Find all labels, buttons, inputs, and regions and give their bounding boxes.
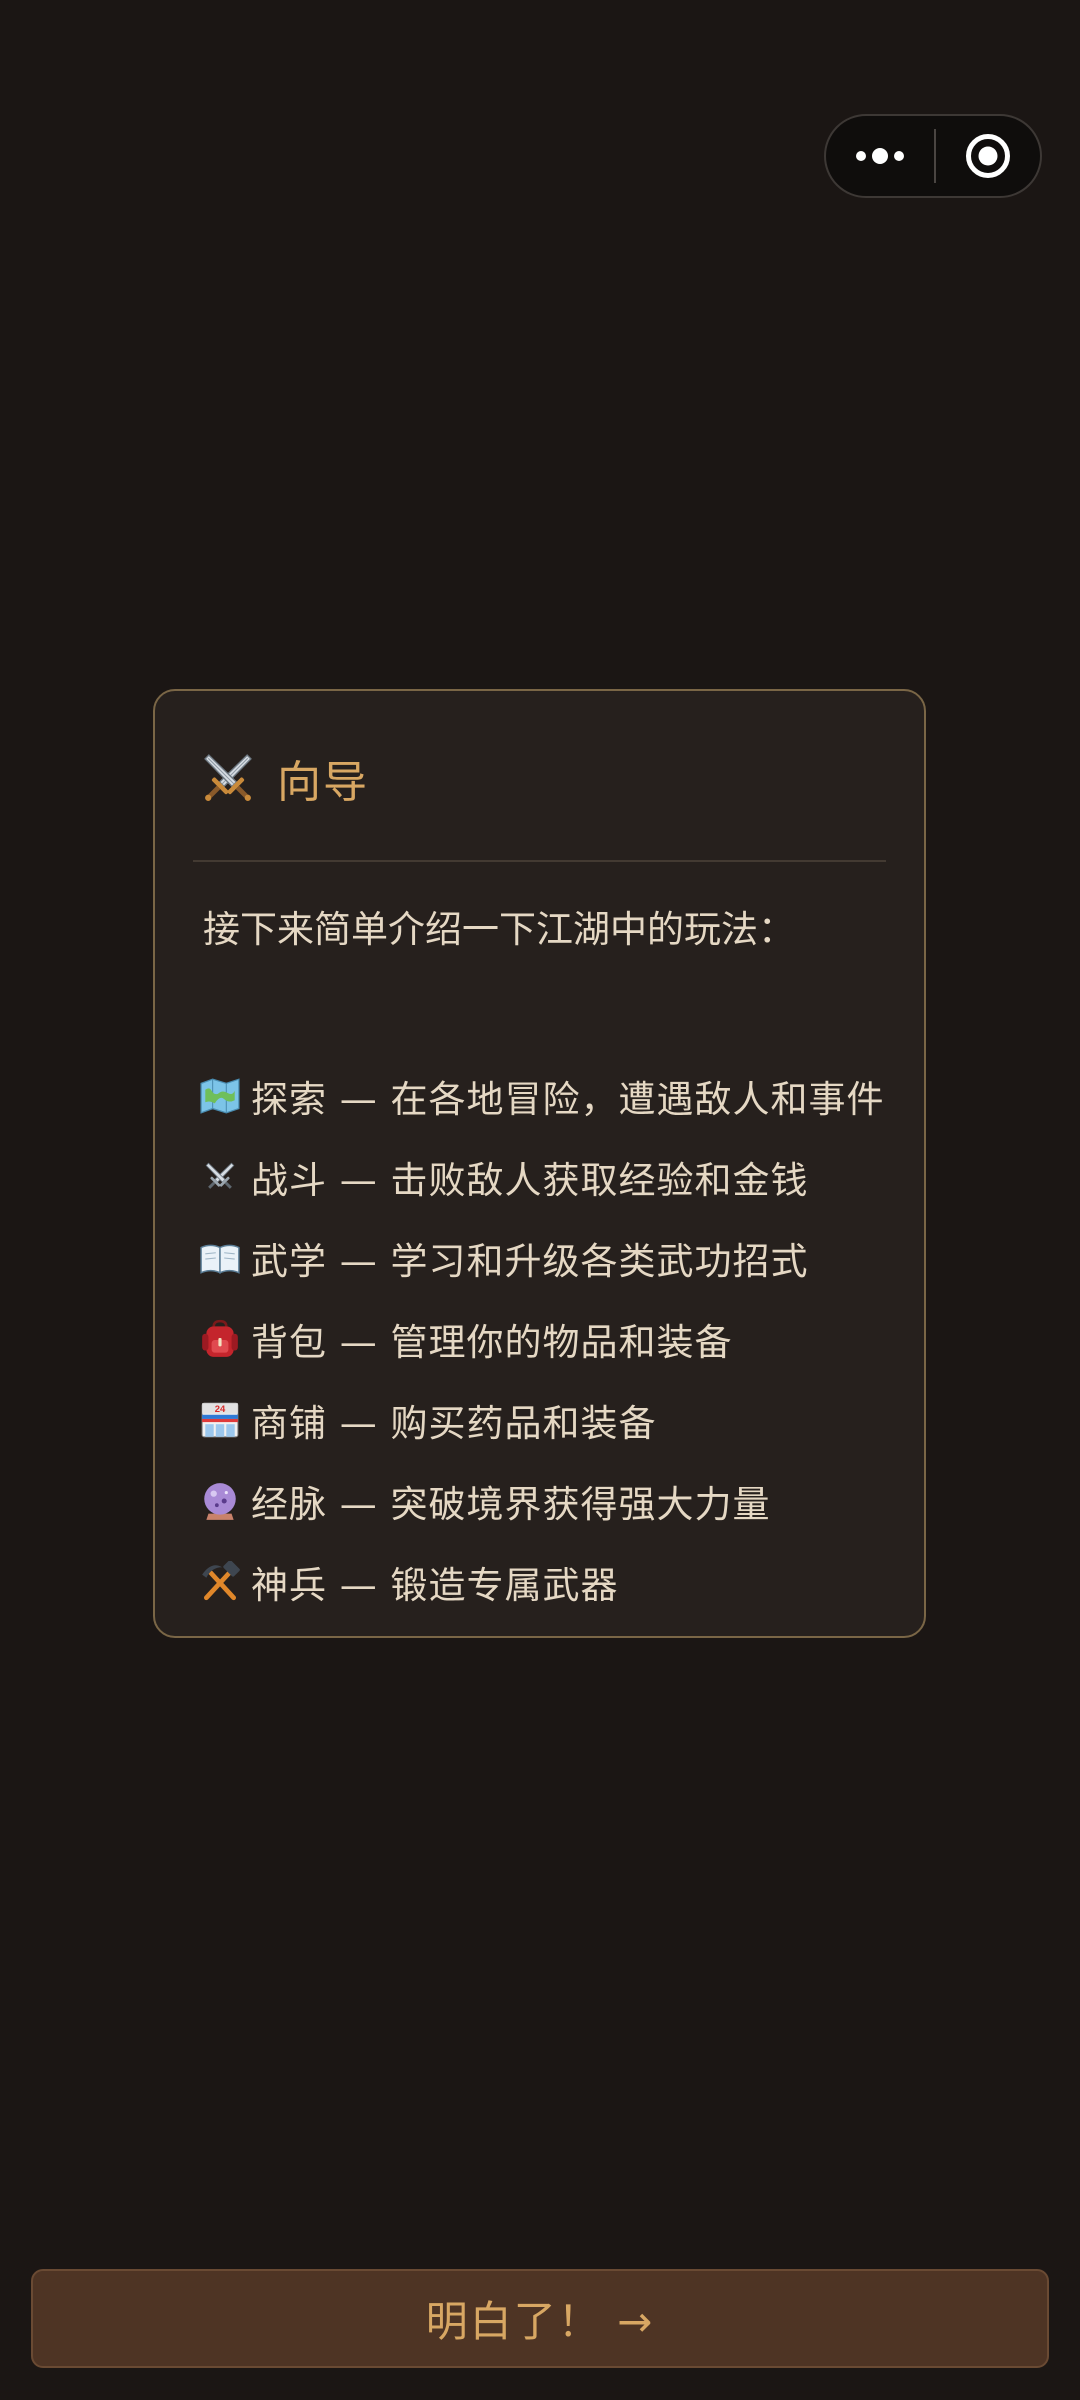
guide-card: 向导 接下来简单介绍一下江湖中的玩法： 探索 — 在各地冒险，遭遇敌人和事件 战… xyxy=(153,689,926,1638)
header-divider xyxy=(193,860,886,862)
guide-title: 向导 xyxy=(277,757,369,808)
map-icon xyxy=(200,1077,240,1114)
more-button[interactable] xyxy=(826,116,934,196)
crossed-swords-icon xyxy=(205,1162,235,1189)
feature-item-backpack: 背包 — 管理你的物品和装备 xyxy=(199,1298,885,1379)
confirm-button[interactable]: 明白了！ → xyxy=(31,2269,1049,2368)
feature-item-explore: 探索 — 在各地冒险，遭遇敌人和事件 xyxy=(199,1055,885,1136)
feature-item-martial-arts: 武学 — 学习和升级各类武功招式 xyxy=(199,1217,885,1298)
svg-text:24: 24 xyxy=(215,1404,226,1415)
convenience-store-icon: 24 xyxy=(201,1402,239,1437)
feature-list: 探索 — 在各地冒险，遭遇敌人和事件 战斗 — 击败敌人获取经验和金钱 武学 —… xyxy=(199,1055,885,1622)
close-button[interactable] xyxy=(936,116,1040,196)
close-target-icon xyxy=(966,134,1010,178)
more-dots-icon xyxy=(856,148,904,164)
feature-item-shop: 24 商铺 — 购买药品和装备 xyxy=(199,1379,885,1460)
backpack-icon xyxy=(202,1319,238,1357)
open-book-icon xyxy=(200,1244,240,1274)
mini-program-capsule xyxy=(824,114,1042,198)
feature-item-meridians: 经脉 — 突破境界获得强大力量 xyxy=(199,1460,885,1541)
crossed-swords-icon xyxy=(204,754,252,801)
feature-item-divine-weapon: 神兵 — 锻造专属武器 xyxy=(199,1541,885,1622)
feature-item-battle: 战斗 — 击败敌人获取经验和金钱 xyxy=(199,1136,885,1217)
crystal-ball-icon xyxy=(204,1482,236,1520)
guide-header: 向导 xyxy=(193,743,369,813)
hammer-pick-icon xyxy=(202,1560,240,1600)
guide-intro: 接下来简单介绍一下江湖中的玩法： xyxy=(203,908,795,951)
